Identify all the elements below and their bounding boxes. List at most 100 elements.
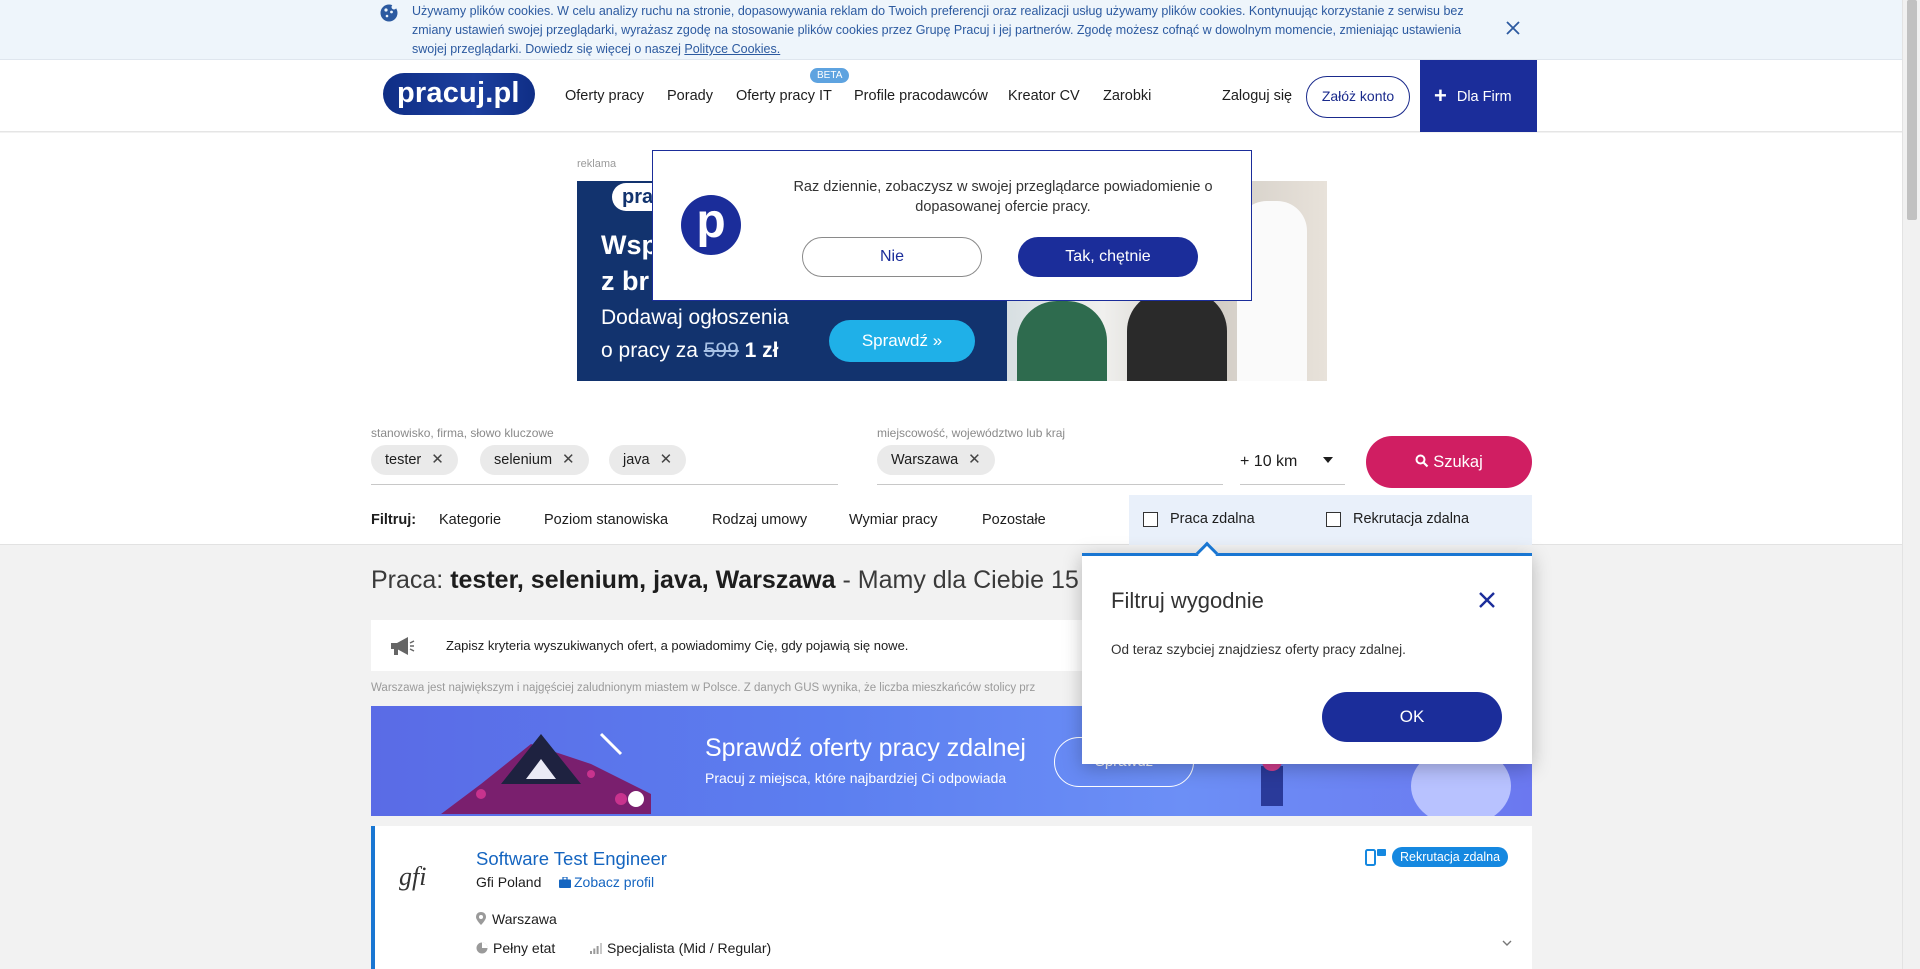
search-icon bbox=[1415, 454, 1429, 468]
remove-icon[interactable]: ✕ bbox=[562, 445, 575, 475]
cookie-icon bbox=[380, 4, 398, 22]
job-location: Warszawa bbox=[476, 911, 557, 927]
remove-icon[interactable]: ✕ bbox=[968, 445, 981, 475]
ad-check-button[interactable]: Sprawdź » bbox=[829, 320, 975, 362]
remote-work-checkbox[interactable] bbox=[1143, 512, 1158, 527]
results-title: Praca: tester, selenium, java, Warszawa … bbox=[371, 566, 1100, 595]
company-profile-link[interactable]: Zobacz profil bbox=[559, 874, 654, 890]
location-chip: Warszawa ✕ bbox=[877, 445, 995, 475]
close-icon[interactable] bbox=[1477, 590, 1497, 610]
job-company: Gfi Poland bbox=[476, 874, 542, 890]
company-logo: gfi bbox=[399, 862, 427, 891]
city-description: Warszawa jest największym i najgęściej z… bbox=[371, 682, 1036, 694]
site-header: pracuj.pl Oferty pracy Porady Oferty pra… bbox=[0, 60, 1902, 132]
save-search-text: Zapisz kryteria wyszukiwanych ofert, a p… bbox=[446, 638, 909, 653]
job-title[interactable]: Software Test Engineer bbox=[476, 848, 667, 870]
nav-oferty-pracy-it[interactable]: Oferty pracy IT bbox=[736, 88, 832, 104]
remote-recruitment-label[interactable]: Rekrutacja zdalna bbox=[1353, 511, 1469, 527]
keyword-label: stanowisko, firma, słowo kluczowe bbox=[371, 426, 554, 440]
beta-badge: BETA bbox=[810, 68, 850, 83]
chevron-down-icon bbox=[1323, 457, 1334, 463]
briefcase-icon bbox=[559, 876, 571, 888]
filter-poziom-stanowiska[interactable]: Poziom stanowiska bbox=[544, 512, 668, 528]
remote-recruitment-icon bbox=[1365, 849, 1386, 866]
ad-headline-line-2: z br bbox=[601, 266, 650, 296]
filter-pozostale[interactable]: Pozostałe bbox=[982, 512, 1046, 528]
remote-recruitment-checkbox[interactable] bbox=[1326, 512, 1341, 527]
pracuj-logo[interactable]: pracuj.pl bbox=[383, 73, 535, 115]
chevron-down-icon[interactable] bbox=[1502, 938, 1512, 948]
tooltip-title: Filtruj wygodnie bbox=[1111, 588, 1264, 613]
remove-icon[interactable]: ✕ bbox=[431, 445, 444, 475]
nav-profile-pracodawcow[interactable]: Profile pracodawców bbox=[854, 88, 988, 104]
nav-porady[interactable]: Porady bbox=[667, 88, 713, 104]
distance-value: + 10 km bbox=[1240, 453, 1298, 470]
level-bars-icon bbox=[590, 943, 602, 954]
pracuj-p-logo-icon: p bbox=[681, 195, 741, 255]
close-icon[interactable] bbox=[1503, 18, 1523, 38]
keyword-chip: tester ✕ bbox=[371, 445, 458, 475]
job-offer-card[interactable]: gfi Software Test Engineer Gfi Poland Zo… bbox=[371, 826, 1532, 969]
keyword-input-underline[interactable] bbox=[371, 484, 838, 485]
for-companies-button[interactable]: + Dla Firm bbox=[1420, 60, 1537, 132]
push-text: Raz dziennie, zobaczysz w swojej przeglą… bbox=[793, 179, 1213, 215]
job-employment-type: Pełny etat bbox=[476, 940, 555, 956]
ad-subline-1: Dodawaj ogłoszenia bbox=[601, 306, 789, 329]
tooltip-ok-button[interactable]: OK bbox=[1322, 692, 1502, 742]
ad-label: reklama bbox=[577, 158, 617, 170]
ad-headline-line-1: Wsp bbox=[601, 230, 658, 260]
ad-photo-person bbox=[1127, 291, 1227, 381]
megaphone-icon bbox=[391, 637, 415, 655]
results-count-text: - Mamy dla Ciebie 15 o bbox=[835, 566, 1100, 594]
remote-banner-subtitle: Pracuj z miejsca, które najbardziej Ci o… bbox=[705, 770, 1007, 786]
keyword-chip-label: selenium bbox=[494, 452, 553, 468]
login-link[interactable]: Zaloguj się bbox=[1222, 88, 1292, 104]
search-panel: stanowisko, firma, słowo kluczowe tester… bbox=[0, 398, 1902, 545]
location-input-underline[interactable] bbox=[877, 484, 1223, 485]
ad-new-price: 1 zł bbox=[738, 339, 779, 362]
register-button[interactable]: Załóż konto bbox=[1306, 76, 1410, 118]
job-level: Specjalista (Mid / Regular) bbox=[590, 940, 771, 956]
page-scrollbar[interactable] bbox=[1902, 0, 1920, 969]
cookie-banner: Używamy plików cookies. W celu analizy r… bbox=[0, 0, 1902, 60]
cookie-message: Używamy plików cookies. W celu analizy r… bbox=[412, 4, 1464, 56]
nav-kreator-cv[interactable]: Kreator CV bbox=[1008, 88, 1080, 104]
filter-label: Filtruj: bbox=[371, 512, 417, 528]
cookie-text: Używamy plików cookies. W celu analizy r… bbox=[412, 2, 1492, 59]
scrollbar-thumb[interactable] bbox=[1907, 0, 1917, 220]
ad-subline-2: o pracy za 599 1 zł bbox=[601, 334, 789, 367]
ad-old-price: 599 bbox=[703, 339, 739, 362]
keyword-chip: java ✕ bbox=[609, 445, 687, 475]
nav-zarobki[interactable]: Zarobki bbox=[1103, 88, 1151, 104]
location-chip-label: Warszawa bbox=[891, 452, 959, 468]
plus-icon: + bbox=[1434, 83, 1447, 108]
ad-headline: Wsp z br bbox=[601, 227, 658, 299]
distance-select[interactable]: + 10 km bbox=[1240, 453, 1334, 471]
search-button[interactable]: Szukaj bbox=[1366, 436, 1532, 488]
search-button-label: Szukaj bbox=[1433, 453, 1483, 471]
clock-icon bbox=[476, 942, 488, 954]
tooltip-arrow bbox=[1195, 541, 1219, 565]
tooltip-text: Od teraz szybciej znajdziesz oferty prac… bbox=[1111, 642, 1406, 657]
results-query: tester, selenium, java, Warszawa bbox=[450, 566, 836, 594]
keyword-chip: selenium ✕ bbox=[480, 445, 589, 475]
ad-price-text: o pracy za bbox=[601, 339, 704, 362]
job-level-label: Specjalista (Mid / Regular) bbox=[607, 940, 772, 956]
remote-illustration bbox=[441, 732, 651, 814]
remote-work-label[interactable]: Praca zdalna bbox=[1170, 511, 1255, 527]
remote-recruitment-badge: Rekrutacja zdalna bbox=[1392, 847, 1509, 867]
ad-subline: Dodawaj ogłoszenia o pracy za 599 1 zł bbox=[601, 301, 789, 367]
company-profile-label: Zobacz profil bbox=[574, 874, 655, 890]
remote-banner-title: Sprawdź oferty pracy zdalnej bbox=[705, 734, 1026, 762]
keyword-chip-label: java bbox=[623, 452, 650, 468]
push-no-button[interactable]: Nie bbox=[802, 237, 982, 277]
push-yes-button[interactable]: Tak, chętnie bbox=[1018, 237, 1198, 277]
remove-icon[interactable]: ✕ bbox=[660, 445, 673, 475]
filter-kategorie[interactable]: Kategorie bbox=[439, 512, 501, 528]
distance-underline bbox=[1240, 484, 1345, 485]
filter-rodzaj-umowy[interactable]: Rodzaj umowy bbox=[712, 512, 807, 528]
job-location-label: Warszawa bbox=[492, 911, 557, 927]
cookie-policy-link[interactable]: Polityce Cookies. bbox=[684, 42, 780, 56]
nav-oferty-pracy[interactable]: Oferty pracy bbox=[565, 88, 644, 104]
filter-wymiar-pracy[interactable]: Wymiar pracy bbox=[849, 512, 938, 528]
